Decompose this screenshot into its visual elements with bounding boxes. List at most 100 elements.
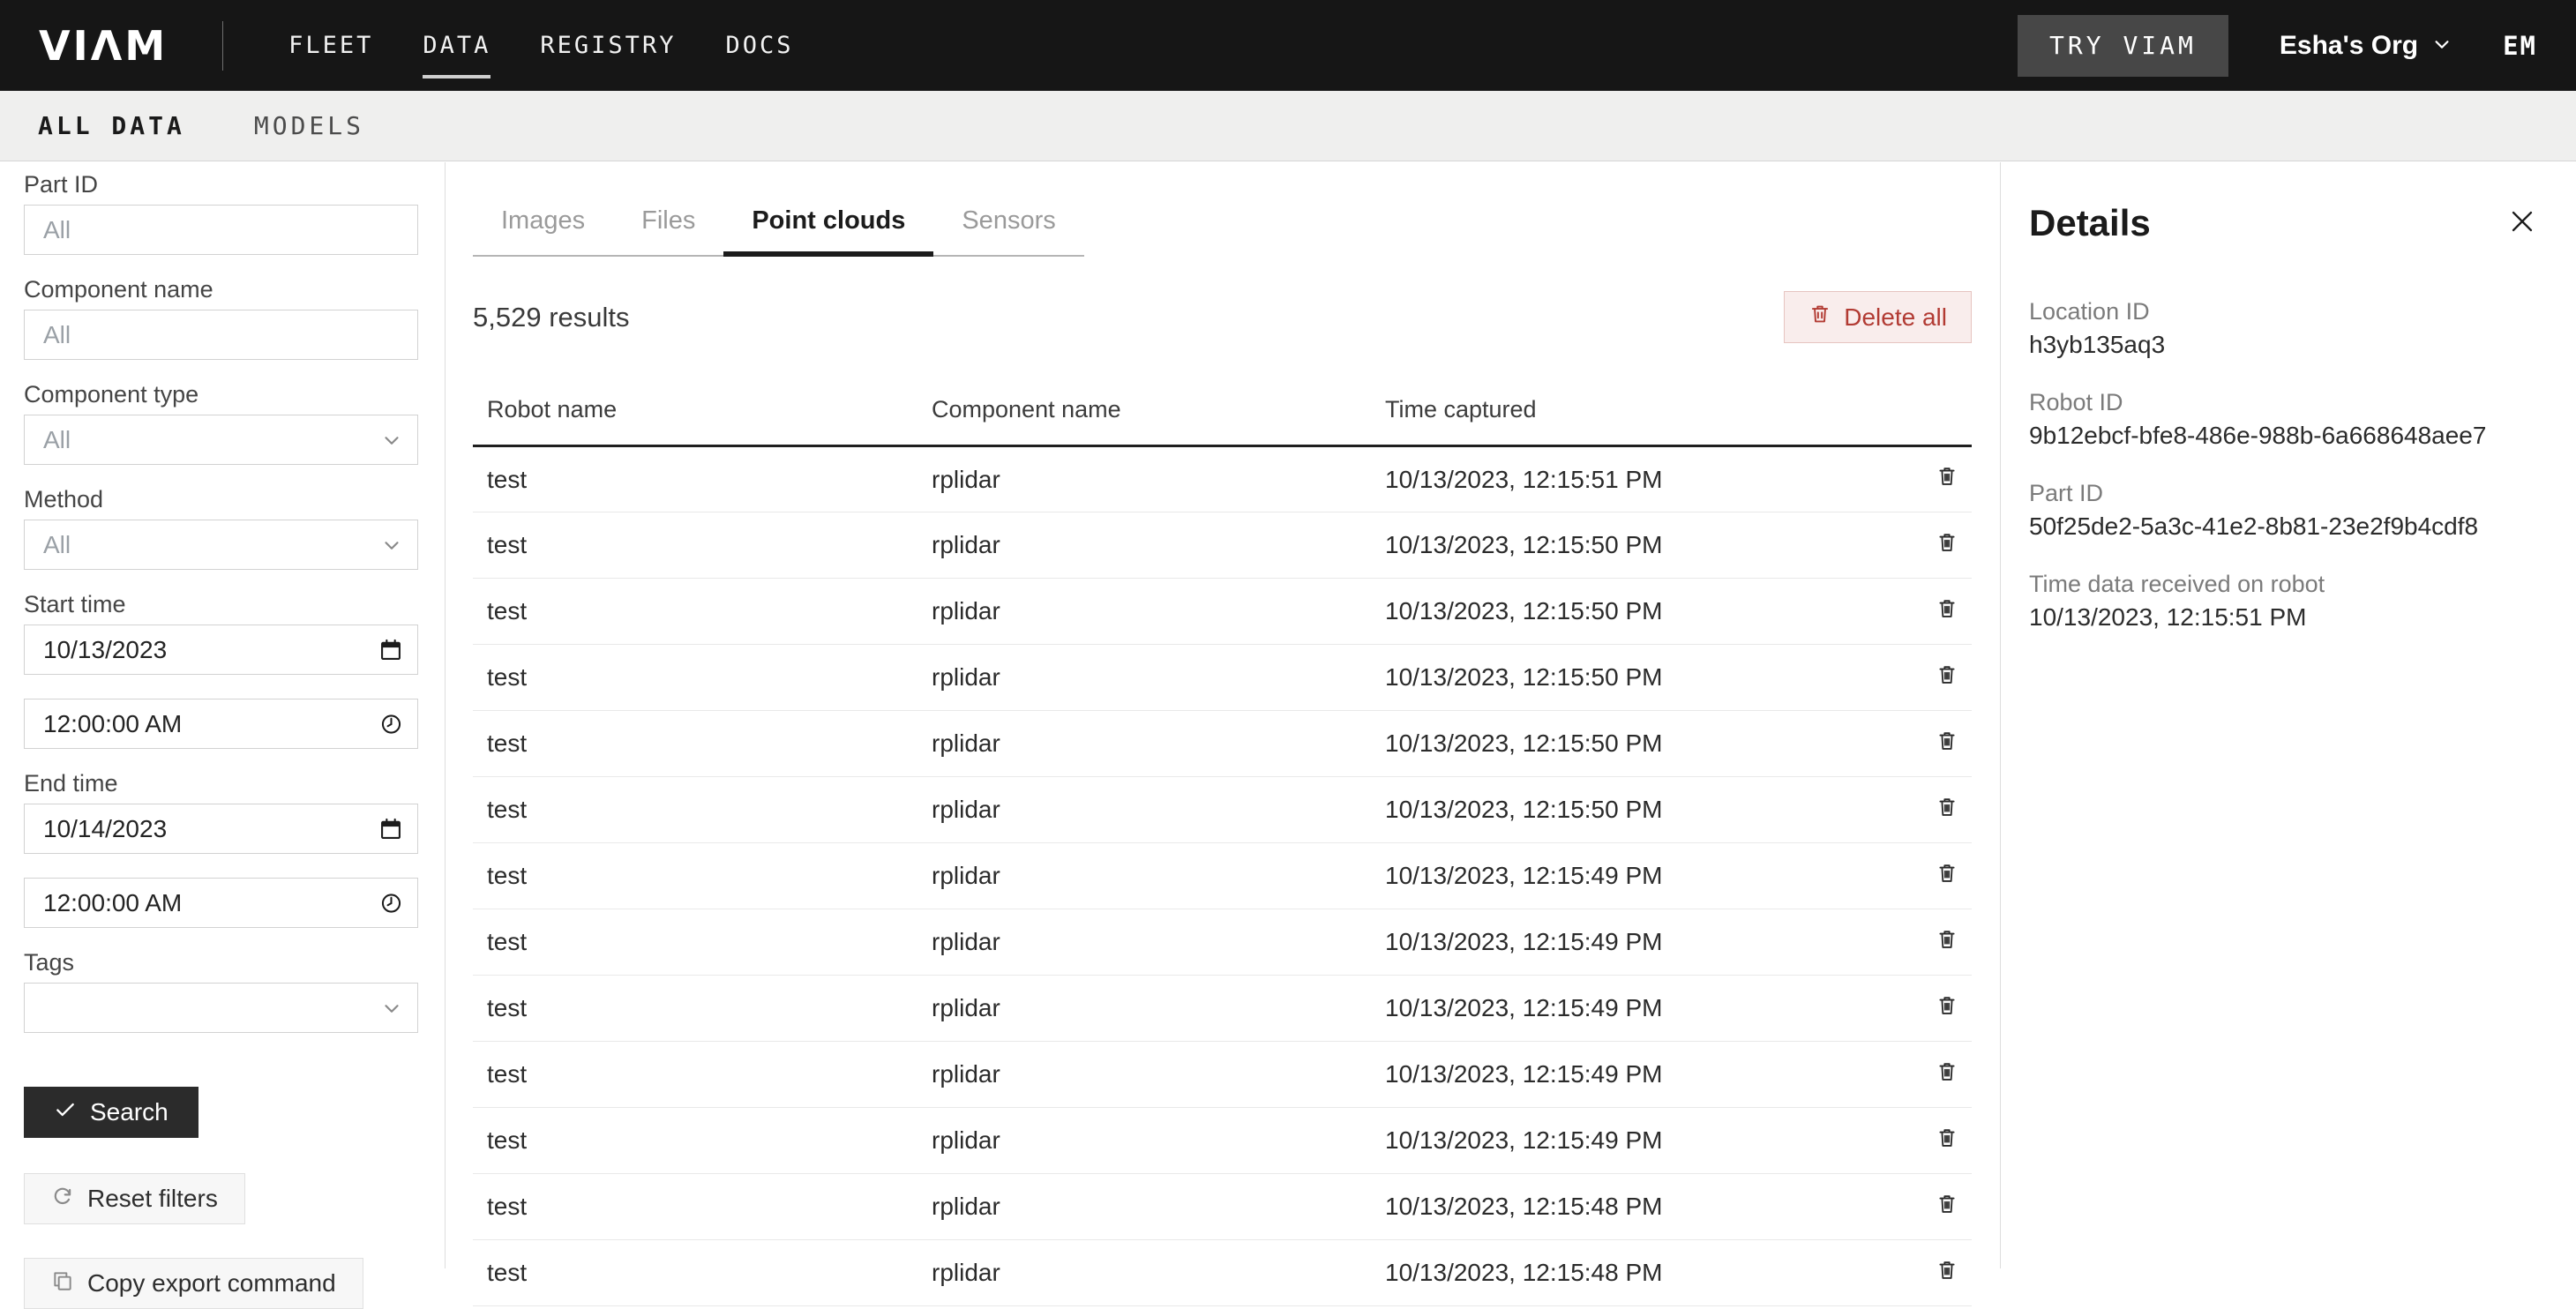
table-row[interactable]: test rplidar 10/13/2023, 12:15:49 PM	[473, 843, 1972, 909]
delete-row-button[interactable]	[1935, 993, 1959, 1021]
tab-models[interactable]: MODELS	[254, 111, 364, 140]
component-name-input[interactable]	[43, 310, 417, 359]
trash-icon	[1935, 1258, 1959, 1285]
cell-time-captured: 10/13/2023, 12:15:51 PM	[1385, 446, 1892, 512]
search-button[interactable]: Search	[24, 1087, 198, 1138]
delete-row-button[interactable]	[1935, 1126, 1959, 1153]
org-name: Esha's Org	[2280, 31, 2418, 61]
table-header-row: Robot name Component name Time captured	[473, 389, 1972, 446]
table-row[interactable]: test rplidar 10/13/2023, 12:15:48 PM	[473, 1174, 1972, 1240]
cell-time-captured: 10/13/2023, 12:15:49 PM	[1385, 1108, 1892, 1174]
trash-icon	[1935, 530, 1959, 557]
table-row[interactable]: test rplidar 10/13/2023, 12:15:51 PM	[473, 446, 1972, 512]
nav-item-docs[interactable]: DOCS	[723, 23, 795, 68]
nav-item-fleet[interactable]: FLEET	[287, 23, 375, 68]
cell-robot-name: test	[473, 1042, 932, 1108]
column-time-captured: Time captured	[1385, 389, 1892, 446]
table-row[interactable]: test rplidar 10/13/2023, 12:15:49 PM	[473, 1108, 1972, 1174]
point-clouds-table: Robot name Component name Time captured …	[473, 389, 1972, 1306]
delete-row-button[interactable]	[1935, 795, 1959, 822]
try-viam-button[interactable]: TRY VIAM	[2018, 15, 2228, 77]
trash-icon	[1935, 662, 1959, 690]
table-row[interactable]: test rplidar 10/13/2023, 12:15:50 PM	[473, 579, 1972, 645]
delete-row-button[interactable]	[1935, 464, 1959, 491]
table-row[interactable]: test rplidar 10/13/2023, 12:15:50 PM	[473, 645, 1972, 711]
close-details-button[interactable]	[2507, 206, 2537, 239]
column-robot-name: Robot name	[473, 389, 932, 446]
copy-export-command-button[interactable]: Copy export command	[24, 1258, 363, 1309]
table-row[interactable]: test rplidar 10/13/2023, 12:15:50 PM	[473, 512, 1972, 579]
cell-time-captured: 10/13/2023, 12:15:48 PM	[1385, 1174, 1892, 1240]
method-label: Method	[24, 488, 418, 512]
delete-row-button[interactable]	[1935, 596, 1959, 624]
calendar-icon[interactable]	[378, 638, 403, 662]
table-row[interactable]: test rplidar 10/13/2023, 12:15:48 PM	[473, 1240, 1972, 1306]
cell-component-name: rplidar	[932, 645, 1385, 711]
field-label: Robot ID	[2029, 391, 2537, 415]
cell-robot-name: test	[473, 512, 932, 579]
nav-divider	[222, 21, 223, 71]
results-count: 5,529 results	[473, 302, 630, 333]
delete-row-button[interactable]	[1935, 729, 1959, 756]
refresh-icon	[51, 1185, 74, 1214]
tags-select[interactable]	[24, 983, 418, 1033]
part-id-label: Part ID	[24, 173, 418, 197]
cell-robot-name: test	[473, 777, 932, 843]
column-component-name: Component name	[932, 389, 1385, 446]
org-switcher[interactable]: Esha's Org	[2280, 31, 2452, 61]
tab-sensors[interactable]: Sensors	[933, 205, 1083, 255]
viam-logo[interactable]: VIΛM	[39, 22, 168, 70]
cell-time-captured: 10/13/2023, 12:15:50 PM	[1385, 711, 1892, 777]
delete-row-button[interactable]	[1935, 861, 1959, 888]
avatar[interactable]: EM	[2503, 31, 2537, 61]
nav-item-data[interactable]: DATA	[421, 23, 492, 68]
tab-files[interactable]: Files	[613, 205, 723, 255]
tab-point-clouds[interactable]: Point clouds	[723, 205, 933, 255]
component-type-select[interactable]: All	[24, 415, 418, 465]
cell-robot-name: test	[473, 909, 932, 976]
end-date-input[interactable]: 10/14/2023	[24, 804, 418, 854]
trash-icon	[1935, 993, 1959, 1021]
cell-time-captured: 10/13/2023, 12:15:49 PM	[1385, 976, 1892, 1042]
data-main: Images Files Point clouds Sensors 5,529 …	[446, 162, 1999, 1268]
clock-icon[interactable]	[379, 712, 403, 736]
cell-component-name: rplidar	[932, 446, 1385, 512]
top-nav: VIΛM FLEET DATA REGISTRY DOCS TRY VIAM E…	[0, 0, 2576, 91]
part-id-input[interactable]	[43, 206, 417, 254]
start-time-input[interactable]: 12:00:00 AM	[24, 699, 418, 749]
tab-all-data[interactable]: ALL DATA	[38, 111, 185, 140]
delete-row-button[interactable]	[1935, 662, 1959, 690]
trash-icon	[1808, 303, 1831, 332]
cell-robot-name: test	[473, 645, 932, 711]
delete-row-button[interactable]	[1935, 927, 1959, 954]
delete-row-button[interactable]	[1935, 530, 1959, 557]
table-row[interactable]: test rplidar 10/13/2023, 12:15:50 PM	[473, 777, 1972, 843]
table-row[interactable]: test rplidar 10/13/2023, 12:15:49 PM	[473, 909, 1972, 976]
calendar-icon[interactable]	[378, 817, 403, 842]
cell-component-name: rplidar	[932, 711, 1385, 777]
component-name-label: Component name	[24, 278, 418, 302]
table-row[interactable]: test rplidar 10/13/2023, 12:15:50 PM	[473, 711, 1972, 777]
start-date-input[interactable]: 10/13/2023	[24, 625, 418, 675]
trash-icon	[1935, 729, 1959, 756]
method-select[interactable]: All	[24, 520, 418, 570]
field-value: h3yb135aq3	[2029, 333, 2537, 357]
delete-row-button[interactable]	[1935, 1258, 1959, 1285]
table-row[interactable]: test rplidar 10/13/2023, 12:15:49 PM	[473, 1042, 1972, 1108]
chevron-down-icon	[380, 429, 403, 452]
primary-nav: FLEET DATA REGISTRY DOCS	[287, 23, 795, 68]
delete-row-button[interactable]	[1935, 1059, 1959, 1087]
cell-time-captured: 10/13/2023, 12:15:50 PM	[1385, 645, 1892, 711]
delete-all-button[interactable]: Delete all	[1784, 291, 1972, 343]
table-row[interactable]: test rplidar 10/13/2023, 12:15:49 PM	[473, 976, 1972, 1042]
delete-row-button[interactable]	[1935, 1192, 1959, 1219]
nav-item-registry[interactable]: REGISTRY	[538, 23, 678, 68]
field-value: 10/13/2023, 12:15:51 PM	[2029, 605, 2537, 630]
end-time-input[interactable]: 12:00:00 AM	[24, 878, 418, 928]
cell-component-name: rplidar	[932, 843, 1385, 909]
reset-filters-button[interactable]: Reset filters	[24, 1173, 245, 1224]
trash-icon	[1935, 1059, 1959, 1087]
filters-sidebar: Part ID Component name Component type Al…	[0, 162, 446, 1268]
tab-images[interactable]: Images	[473, 205, 613, 255]
clock-icon[interactable]	[379, 891, 403, 915]
